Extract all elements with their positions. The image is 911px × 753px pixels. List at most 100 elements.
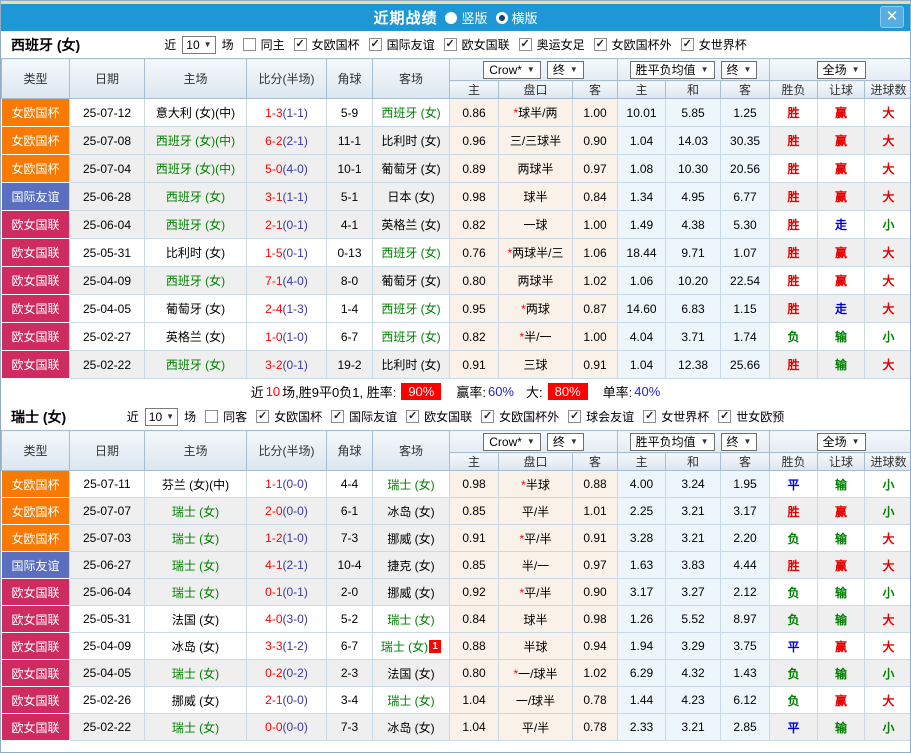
sub-column-header: 客 (571, 452, 619, 471)
away-odds: 1.02 (571, 659, 619, 687)
result-outcome: 负 (769, 322, 819, 351)
avg-stage-select[interactable]: 终 ▼ (720, 60, 758, 79)
match-count-value: 10 (186, 37, 200, 52)
league-filter-checkbox[interactable] (481, 410, 495, 423)
avg-away-odds: 2.20 (720, 524, 771, 552)
away-team: 英格兰 (女) (372, 210, 450, 239)
result-goals: 小 (864, 322, 910, 351)
avg-draw-odds: 3.21 (665, 713, 722, 741)
full-time-score: 2-4 (265, 301, 283, 316)
league-filter-checkbox[interactable] (568, 410, 582, 423)
big-rate-badge: 80% (547, 382, 588, 400)
away-team: 西班牙 (女) (372, 98, 450, 127)
avg-odds-select[interactable]: 胜平负均值 ▼ (629, 432, 715, 451)
league-filter-checkbox[interactable] (718, 410, 732, 423)
sub-column-header: 和 (665, 452, 722, 471)
single-rate-label: 单率: (602, 384, 633, 400)
away-odds: 0.87 (571, 294, 619, 323)
team-title: 西班牙 (女) (11, 36, 81, 53)
league-filter-checkbox[interactable] (593, 38, 607, 51)
chevron-down-icon: ▼ (526, 437, 535, 446)
chevron-down-icon: ▼ (700, 65, 709, 74)
matches-table: 类型 日期 主场 比分(半场) 角球 客场 Crow* ▼ 终 ▼ 胜平负均值 ▼ 终 ▼ 全场 ▼ 主盘口客主… (1, 430, 910, 741)
chevron-down-icon: ▼ (166, 412, 175, 421)
avg-stage-select[interactable]: 终 ▼ (720, 432, 758, 451)
layout-radio-vertical[interactable]: 竖版 (445, 8, 488, 27)
home-team-name: 英格兰 (女) (165, 330, 226, 344)
scope-select[interactable]: 全场 ▼ (816, 60, 866, 79)
avg-odds-select[interactable]: 胜平负均值 ▼ (629, 60, 715, 79)
away-team-name: 瑞士 (女) (387, 477, 435, 492)
league-filter-checkbox[interactable] (256, 410, 270, 423)
bookmaker-select[interactable]: Crow* ▼ (483, 60, 541, 79)
league-filter-checkbox[interactable] (443, 38, 457, 51)
avg-stage-select-value: 终 (726, 63, 739, 77)
half-time-score: (2-1) (282, 133, 308, 148)
radio-circle-icon[interactable] (445, 11, 458, 24)
avg-home-odds: 3.28 (617, 524, 667, 552)
half-time-score: (1-1) (282, 189, 308, 204)
league-filter-checkbox[interactable] (368, 38, 382, 51)
handicap-text: 三/三球半 (509, 134, 562, 148)
result-goals: 大 (864, 182, 910, 211)
result-outcome: 胜 (769, 294, 819, 323)
match-count-select[interactable]: 10 ▼ (182, 35, 216, 54)
sub-column-header: 和 (665, 80, 722, 99)
avg-away-odds: 4.44 (720, 551, 771, 579)
half-time-score: (0-0) (282, 477, 308, 491)
result-goals: 大 (864, 266, 910, 295)
close-icon[interactable]: ✕ (880, 6, 904, 28)
league-filter-checkbox[interactable] (293, 38, 307, 51)
corner-score: 8-0 (326, 266, 373, 295)
corner-score: 5-9 (326, 98, 373, 127)
result-outcome: 胜 (769, 551, 819, 579)
avg-home-odds: 18.44 (617, 238, 667, 267)
home-team-name: 西班牙 (女) (165, 274, 226, 288)
odds-stage-select[interactable]: 终 ▼ (546, 432, 584, 451)
league-filter-checkbox[interactable] (331, 410, 345, 423)
away-team: 比利时 (女) (372, 126, 450, 155)
result-handicap: 赢 (817, 238, 866, 267)
result-goals: 小 (864, 497, 910, 525)
league-filter-checkbox[interactable] (643, 410, 657, 423)
league-badge: 欧女国联 (1, 605, 70, 633)
league-filter-checkbox[interactable] (680, 38, 694, 51)
match-date: 25-04-09 (69, 632, 145, 660)
home-team: 葡萄牙 (女) (144, 294, 247, 323)
avg-draw-odds: 10.30 (665, 154, 722, 183)
match-score: 2-1(0-0) (246, 686, 327, 714)
summary-lead: 近 (250, 384, 264, 400)
home-team: 瑞士 (女) (144, 659, 247, 687)
bookmaker-select[interactable]: Crow* ▼ (483, 432, 541, 451)
away-team-name: 西班牙 (女) (381, 302, 441, 316)
home-team: 西班牙 (女)(中) (144, 154, 247, 183)
match-count-select[interactable]: 10 ▼ (144, 407, 179, 426)
layout-radio-horizontal[interactable]: 横版 (495, 8, 538, 27)
league-filter-checkbox[interactable] (518, 38, 532, 51)
handicap-text: 半球 (523, 639, 548, 654)
filter-row: 瑞士 (女) 近 10▼ 场 同客 女欧国杯 国际友谊 欧女国联 女欧国杯外 球会友谊 女世界杯 世女… (1, 403, 910, 430)
home-odds: 0.91 (449, 524, 499, 552)
home-team: 瑞士 (女) (144, 524, 247, 552)
home-team-name: 挪威 (女) (171, 693, 220, 708)
result-goals: 大 (864, 154, 910, 183)
away-team: 葡萄牙 (女) (372, 154, 450, 183)
league-filter-label: 女世界杯 (698, 38, 747, 52)
result-goals: 大 (864, 238, 910, 267)
odds-stage-select[interactable]: 终 ▼ (546, 60, 584, 79)
radio-circle-selected-icon[interactable] (495, 11, 508, 24)
half-time-score: (0-1) (282, 585, 308, 599)
league-filter-checkbox[interactable] (406, 410, 420, 423)
full-time-score: 3-1 (265, 189, 283, 204)
scope-select[interactable]: 全场 ▼ (816, 432, 866, 451)
avg-home-odds: 1.08 (617, 154, 667, 183)
league-filter-label: 女欧国杯 (274, 410, 323, 424)
handicap: 半球 (498, 632, 573, 660)
same-venue-checkbox[interactable] (242, 38, 256, 51)
result-handicap: 输 (817, 322, 866, 351)
same-venue-checkbox[interactable] (205, 410, 219, 423)
handicap-text: 半/一 (521, 558, 550, 573)
handicap-text: 两球半 (517, 162, 554, 176)
handicap: 三球 (498, 350, 573, 379)
home-odds: 0.92 (449, 578, 499, 606)
